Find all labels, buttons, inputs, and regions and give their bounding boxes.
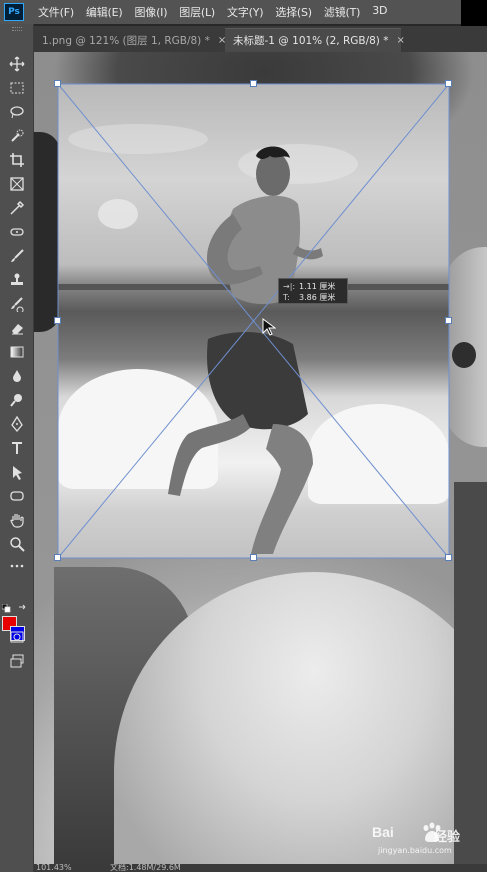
tab-label: 1.png @ 121% (图层 1, RGB/8) *: [42, 34, 210, 47]
document-canvas[interactable]: [34, 52, 487, 864]
transform-handle-top-left[interactable]: [54, 80, 61, 87]
swap-colors-icon[interactable]: [18, 604, 27, 613]
menu-select[interactable]: 选择(S): [275, 4, 312, 20]
tools-panel: [0, 24, 34, 872]
status-bar: 101.43% 文档:1.48M/29.6M: [34, 864, 487, 872]
close-icon[interactable]: ×: [397, 35, 405, 46]
blur-tool-icon[interactable]: [6, 366, 28, 386]
menu-filter[interactable]: 滤镜(T): [324, 4, 361, 20]
tab-label: 未标题-1 @ 101% (2, RGB/8) *: [233, 35, 389, 47]
menu-bar: Ps 文件(F) 编辑(E) 图像(I) 图层(L) 文字(Y) 选择(S) 滤…: [0, 0, 487, 38]
tab-document-untitled[interactable]: 未标题-1 @ 101% (2, RGB/8) * ×: [225, 28, 405, 52]
menu-type[interactable]: 文字(Y): [227, 4, 264, 20]
screen-mode-icon[interactable]: [6, 651, 28, 671]
transform-handle-top[interactable]: [250, 80, 257, 87]
background-shadow: [454, 482, 487, 864]
crop-tool-icon[interactable]: [6, 150, 28, 170]
dodge-tool-icon[interactable]: [6, 390, 28, 410]
menu-file[interactable]: 文件(F): [38, 4, 74, 20]
menu-edit[interactable]: 编辑(E): [86, 4, 123, 20]
panel-grip[interactable]: [12, 27, 22, 31]
quick-mask-icon[interactable]: [6, 627, 28, 647]
more-tools-icon[interactable]: [6, 556, 28, 576]
watermark-url: jingyan.baidu.com: [378, 846, 452, 855]
move-tool-icon[interactable]: [6, 54, 28, 74]
width-value: 1.11 厘米: [299, 282, 336, 291]
document-tab-bar: 1.png @ 121% (图层 1, RGB/8) * × 未标题-1 @ 1…: [34, 26, 487, 52]
quick-select-tool-icon[interactable]: [6, 126, 28, 146]
tab-document-1[interactable]: 1.png @ 121% (图层 1, RGB/8) * ×: [34, 28, 226, 52]
height-label: T:: [283, 293, 290, 302]
menu-image[interactable]: 图像(I): [134, 4, 167, 20]
healing-brush-tool-icon[interactable]: [6, 222, 28, 242]
readout-width-row: →|: 1.11 厘米: [283, 281, 343, 292]
transform-handle-right[interactable]: [445, 317, 452, 324]
eyedropper-tool-icon[interactable]: [6, 198, 28, 218]
height-value: 3.86 厘米: [299, 293, 336, 302]
mouse-cursor-icon: [262, 318, 276, 336]
transform-readout: →|: 1.11 厘米 T: 3.86 厘米: [278, 278, 348, 304]
watermark-brand-cn: 经验: [434, 830, 461, 845]
transform-handle-bottom[interactable]: [250, 554, 257, 561]
clone-stamp-tool-icon[interactable]: [6, 270, 28, 290]
path-select-tool-icon[interactable]: [6, 462, 28, 482]
main-menu: 文件(F) 编辑(E) 图像(I) 图层(L) 文字(Y) 选择(S) 滤镜(T…: [38, 4, 399, 20]
transform-handle-bottom-right[interactable]: [445, 554, 452, 561]
transform-handle-bottom-left[interactable]: [54, 554, 61, 561]
brush-tool-icon[interactable]: [6, 246, 28, 266]
background-lips: [452, 342, 476, 368]
placed-photo-runner[interactable]: [58, 84, 449, 558]
menu-layer[interactable]: 图层(L): [179, 4, 215, 20]
pen-tool-icon[interactable]: [6, 414, 28, 434]
photoshop-logo[interactable]: Ps: [4, 3, 24, 21]
gradient-tool-icon[interactable]: [6, 342, 28, 362]
marquee-tool-icon[interactable]: [6, 78, 28, 98]
watermark-brand: Bai: [372, 824, 394, 840]
shape-tool-icon[interactable]: [6, 486, 28, 506]
frame-tool-icon[interactable]: [6, 174, 28, 194]
transform-handle-left[interactable]: [54, 317, 61, 324]
baidu-jingyan-watermark: Bai 经验 jingyan.baidu.com: [372, 822, 482, 862]
hand-tool-icon[interactable]: [6, 510, 28, 530]
background-hair: [34, 132, 60, 332]
default-colors-icon[interactable]: [2, 604, 11, 613]
lasso-tool-icon[interactable]: [6, 102, 28, 122]
document-size[interactable]: 文档:1.48M/29.6M: [110, 864, 181, 872]
type-tool-icon[interactable]: [6, 438, 28, 458]
history-brush-tool-icon[interactable]: [6, 294, 28, 314]
zoom-tool-icon[interactable]: [6, 534, 28, 554]
runner-figure: [168, 146, 323, 554]
width-label: →|:: [283, 282, 296, 291]
transform-handle-top-right[interactable]: [445, 80, 452, 87]
eraser-tool-icon[interactable]: [6, 318, 28, 338]
menu-3d[interactable]: 3D: [372, 4, 387, 20]
readout-height-row: T: 3.86 厘米: [283, 292, 343, 303]
zoom-level[interactable]: 101.43%: [36, 864, 72, 872]
